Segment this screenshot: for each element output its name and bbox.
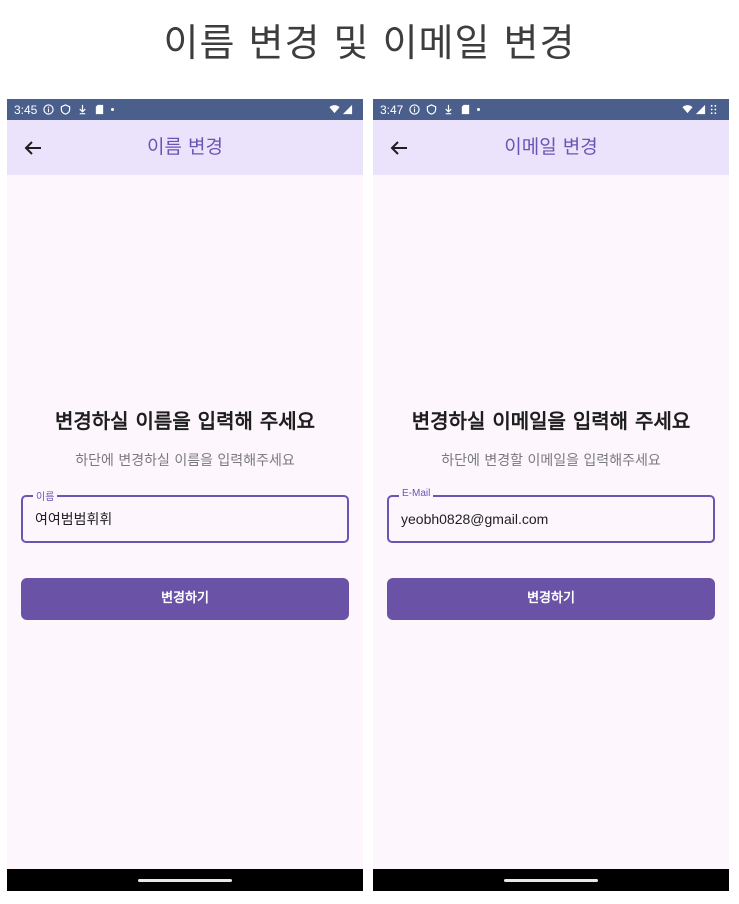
change-button[interactable]: 변경하기: [387, 578, 715, 620]
dot-icon: [477, 108, 481, 111]
info-circle-icon: [43, 104, 55, 115]
wifi-icon: [329, 104, 340, 115]
grid-dots-icon: [708, 104, 719, 115]
status-icons-right: [329, 104, 353, 115]
download-icon: [77, 104, 88, 115]
arrow-back-icon[interactable]: [387, 136, 411, 160]
signal-icon: [342, 104, 353, 115]
status-bar: 3:47: [373, 99, 729, 120]
top-bar-title: 이메일 변경: [504, 136, 598, 158]
instruction-subheading: 하단에 변경할 이메일을 입력해주세요: [441, 453, 661, 469]
sd-card-icon: [94, 104, 105, 115]
info-circle-icon: [409, 104, 421, 115]
instruction-subheading: 하단에 변경하실 이름을 입력해주세요: [75, 453, 295, 469]
status-icons-left: [43, 104, 115, 115]
status-time: 3:45: [14, 102, 38, 117]
arrow-back-icon[interactable]: [21, 136, 45, 160]
wifi-icon: [682, 104, 693, 115]
instruction-heading: 변경하실 이름을 입력해 주세요: [54, 409, 316, 433]
home-indicator[interactable]: [504, 879, 598, 882]
navigation-bar: [7, 869, 363, 891]
status-bar: 3:45: [7, 99, 363, 120]
shield-icon: [60, 104, 71, 115]
sd-card-icon: [460, 104, 471, 115]
signal-icon: [695, 104, 706, 115]
top-app-bar: 이메일 변경: [373, 120, 729, 175]
instruction-heading: 변경하실 이메일을 입력해 주세요: [411, 409, 691, 433]
phone-screen-name-change: 3:45 이름 변경 변경하실 이름을 입력해 주세요 하단에 변경하실 이름을…: [7, 99, 363, 891]
dot-icon: [111, 108, 115, 111]
top-bar-title: 이름 변경: [147, 136, 223, 158]
status-time: 3:47: [380, 102, 404, 117]
home-indicator[interactable]: [138, 879, 232, 882]
field-value[interactable]: 여여범범휘휘: [35, 497, 112, 541]
email-input-field[interactable]: E-Mail yeobh0828@gmail.com: [387, 488, 715, 543]
navigation-bar: [373, 869, 729, 891]
shield-icon: [426, 104, 437, 115]
status-icons-left: [409, 104, 481, 115]
name-input-field[interactable]: 이름 여여범범휘휘: [21, 488, 349, 543]
download-icon: [443, 104, 454, 115]
page-title: 이름 변경 및 이메일 변경: [163, 21, 576, 65]
field-value[interactable]: yeobh0828@gmail.com: [401, 497, 548, 541]
status-icons-right: [682, 104, 719, 115]
phone-screen-email-change: 3:47 이메일 변경 변경하실 이메일을 입력해 주세요 하단에 변경할 이메…: [373, 99, 729, 891]
change-button[interactable]: 변경하기: [21, 578, 349, 620]
top-app-bar: 이름 변경: [7, 120, 363, 175]
